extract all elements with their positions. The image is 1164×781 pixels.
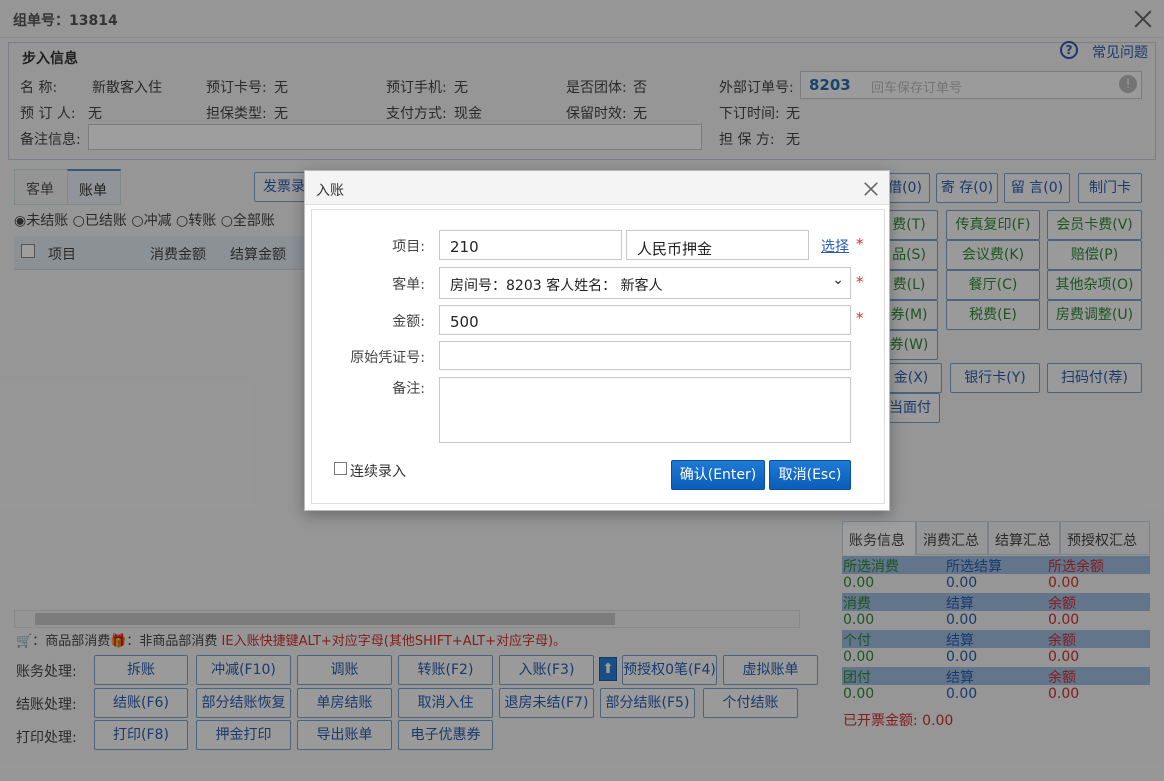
amount-label: 金额: [392, 314, 425, 330]
item-label: 项目: [392, 239, 425, 255]
note-label: 备注: [392, 381, 425, 397]
item-code-input[interactable]: 210 [439, 230, 622, 260]
note-textarea[interactable] [439, 377, 851, 443]
cancel-button[interactable]: 取消(Esc) [769, 460, 851, 490]
required-mark: * [856, 309, 864, 327]
required-mark: * [856, 235, 864, 253]
bill-label: 客单: [392, 277, 425, 293]
dialog-title-bar: 入账 [305, 171, 889, 205]
confirm-button[interactable]: 确认(Enter) [671, 460, 765, 490]
continuous-label: 连续录入 [350, 464, 406, 480]
continuous-checkbox[interactable] [334, 462, 347, 475]
dialog-close-icon[interactable] [862, 180, 880, 198]
amount-input[interactable]: 500 [439, 305, 851, 335]
bill-select[interactable]: 房间号：8203 客人姓名： 新客人 ⌄ [439, 267, 851, 299]
required-mark: * [856, 273, 864, 291]
dialog-body: 项目: 210 人民币押金 选择 * 客单: 房间号：8203 客人姓名： 新客… [311, 209, 885, 504]
item-name-input[interactable]: 人民币押金 [626, 230, 809, 260]
voucher-input[interactable] [439, 341, 851, 370]
post-entry-dialog: 入账 项目: 210 人民币押金 选择 * 客单: 房间号：8203 客人姓名：… [304, 170, 890, 511]
bill-select-value: 房间号：8203 客人姓名： 新客人 [450, 278, 663, 294]
dialog-title: 入账 [316, 183, 344, 199]
select-link[interactable]: 选择 [821, 236, 849, 256]
chevron-down-icon: ⌄ [832, 272, 844, 288]
voucher-label: 原始凭证号: [350, 350, 425, 366]
